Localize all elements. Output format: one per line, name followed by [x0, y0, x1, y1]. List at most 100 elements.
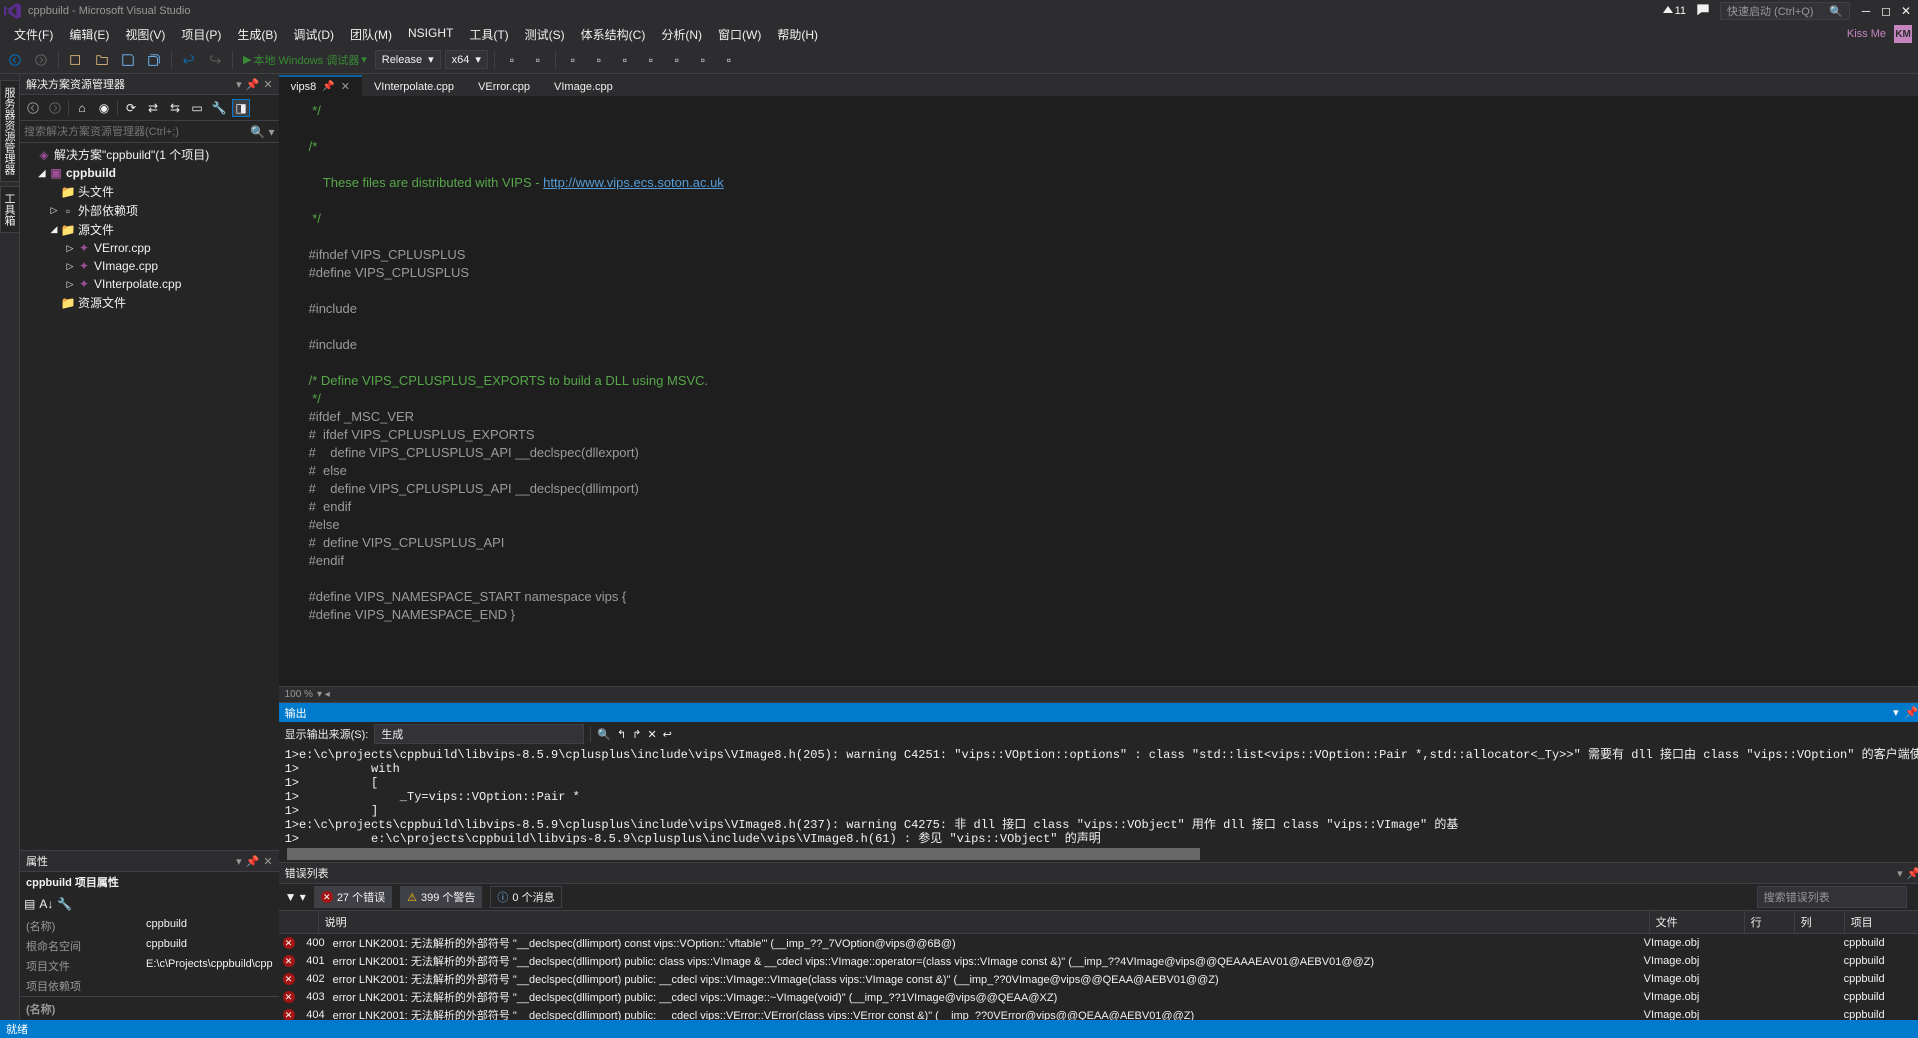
toolbar-btn-5[interactable]: ▫ — [614, 49, 636, 71]
menu-item[interactable]: 分析(N) — [653, 23, 710, 46]
filter-icon[interactable]: ▼ ▾ — [285, 890, 306, 904]
toolbar-btn-4[interactable]: ▫ — [588, 49, 610, 71]
toolbox-tab[interactable]: 工具箱 — [0, 186, 19, 233]
document-tab[interactable]: VImage.cpp — [542, 78, 625, 96]
menu-item[interactable]: 帮助(H) — [769, 23, 826, 46]
pin-icon[interactable]: 📌 — [322, 81, 334, 92]
close-icon[interactable]: ✕ — [341, 80, 350, 93]
error-row[interactable]: ✕401error LNK2001: 无法解析的外部符号 "__declspec… — [279, 952, 1918, 970]
menu-item[interactable]: 项目(P) — [173, 23, 229, 46]
sol-collapse-icon[interactable]: ⇄ — [144, 99, 162, 117]
menu-item[interactable]: 窗口(W) — [710, 23, 769, 46]
redo-button[interactable] — [204, 49, 226, 71]
sol-fwd-icon[interactable] — [46, 99, 64, 117]
folder-headers[interactable]: 📁头文件 — [20, 182, 279, 201]
property-row[interactable]: 项目文件E:\c\Projects\cppbuild\cpp — [20, 956, 279, 976]
toolbar-btn-7[interactable]: ▫ — [666, 49, 688, 71]
undo-button[interactable] — [178, 49, 200, 71]
output-text[interactable]: 1>e:\c\projects\cppbuild\libvips-8.5.9\c… — [279, 746, 1918, 846]
panel-dropdown-icon[interactable]: ▾ — [236, 855, 242, 868]
menu-item[interactable]: 体系结构(C) — [573, 23, 654, 46]
property-row[interactable]: 根命名空间cppbuild — [20, 936, 279, 956]
close-button[interactable]: ✕ — [1900, 4, 1912, 18]
error-row[interactable]: ✕402error LNK2001: 无法解析的外部符号 "__declspec… — [279, 970, 1918, 988]
sol-refresh-icon[interactable]: ⟳ — [122, 99, 140, 117]
notification-count[interactable]: 11 — [1663, 5, 1686, 17]
maximize-button[interactable]: ◻ — [1880, 4, 1892, 18]
toolbar-btn-3[interactable]: ▫ — [562, 49, 584, 71]
config-combo[interactable]: Release ▾ — [375, 50, 441, 69]
user-badge[interactable]: KM — [1894, 25, 1912, 43]
toolbar-btn-6[interactable]: ▫ — [640, 49, 662, 71]
document-tab[interactable]: VInterpolate.cpp — [362, 78, 466, 96]
platform-combo[interactable]: x64 ▾ — [445, 50, 488, 69]
document-tab[interactable]: VError.cpp — [466, 78, 542, 96]
document-tab[interactable]: vips8📌✕ — [279, 75, 362, 96]
nav-fwd-button[interactable] — [30, 49, 52, 71]
menu-item[interactable]: NSIGHT — [400, 23, 461, 46]
toolbar-btn-2[interactable]: ▫ — [527, 49, 549, 71]
folder-external-deps[interactable]: ▷▫外部依赖项 — [20, 201, 279, 220]
sol-scope-icon[interactable]: ◉ — [95, 99, 113, 117]
source-file-node[interactable]: ▷✦VInterpolate.cpp — [20, 275, 279, 293]
output-goto-icon[interactable]: 🔍 — [597, 728, 611, 741]
sol-preview-icon[interactable]: ◨ — [232, 99, 250, 117]
output-next-icon[interactable]: ↱ — [632, 728, 641, 741]
solution-search-input[interactable] — [24, 126, 250, 138]
panel-dropdown-icon[interactable]: ▾ — [1893, 706, 1899, 719]
warnings-chip[interactable]: ⚠399 个警告 — [400, 886, 482, 908]
nav-back-button[interactable] — [4, 49, 26, 71]
error-row[interactable]: ✕403error LNK2001: 无法解析的外部符号 "__declspec… — [279, 988, 1918, 1006]
panel-close-icon[interactable]: ✕ — [263, 78, 272, 91]
server-explorer-tab[interactable]: 服务器资源管理器 — [0, 80, 19, 182]
property-row[interactable]: 项目依赖项 — [20, 976, 279, 996]
start-debug-button[interactable]: ▶ 本地 Windows 调试器 ▾ — [239, 50, 371, 70]
toolbar-btn-9[interactable]: ▫ — [718, 49, 740, 71]
property-row[interactable]: (名称)cppbuild — [20, 916, 279, 936]
output-clear-icon[interactable]: ✕ — [647, 728, 656, 741]
messages-chip[interactable]: ⓘ0 个消息 — [490, 886, 561, 908]
output-source-combo[interactable]: 生成 — [374, 724, 584, 744]
panel-dropdown-icon[interactable]: ▾ — [1897, 867, 1903, 880]
panel-pin-icon[interactable]: 📌 — [1907, 867, 1918, 880]
errors-chip[interactable]: ✕27 个错误 — [314, 886, 392, 908]
save-all-button[interactable] — [143, 49, 165, 71]
sol-properties-icon[interactable]: 🔧 — [210, 99, 228, 117]
menu-item[interactable]: 编辑(E) — [61, 23, 117, 46]
solution-search[interactable]: 🔍 ▾ — [20, 121, 279, 143]
output-wrap-icon[interactable]: ↩ — [663, 728, 672, 741]
panel-pin-icon[interactable]: 📌 — [246, 855, 260, 868]
output-hscrollbar[interactable] — [279, 846, 1918, 862]
sol-home-icon[interactable]: ⌂ — [73, 99, 91, 117]
menu-item[interactable]: 视图(V) — [117, 23, 173, 46]
error-row[interactable]: ✕404error LNK2001: 无法解析的外部符号 "__declspec… — [279, 1006, 1918, 1020]
menu-item[interactable]: 团队(M) — [342, 23, 400, 46]
sol-sync-icon[interactable]: ⇆ — [166, 99, 184, 117]
sol-showall-icon[interactable]: ▭ — [188, 99, 206, 117]
source-file-node[interactable]: ▷✦VImage.cpp — [20, 257, 279, 275]
solution-node[interactable]: ◈解决方案"cppbuild"(1 个项目) — [20, 145, 279, 164]
props-categorize-icon[interactable]: ▤ — [24, 897, 35, 911]
project-node[interactable]: ◢▣cppbuild — [20, 164, 279, 182]
source-file-node[interactable]: ▷✦VError.cpp — [20, 239, 279, 257]
props-alpha-icon[interactable]: A↓ — [39, 897, 53, 911]
minimize-button[interactable]: ─ — [1860, 4, 1872, 18]
panel-close-icon[interactable]: ✕ — [263, 855, 272, 868]
toolbar-btn-8[interactable]: ▫ — [692, 49, 714, 71]
sol-back-icon[interactable] — [24, 99, 42, 117]
panel-pin-icon[interactable]: 📌 — [1905, 706, 1918, 719]
props-wrench-icon[interactable]: 🔧 — [57, 897, 72, 911]
error-search-input[interactable]: 搜索错误列表 — [1757, 886, 1907, 908]
feedback-icon[interactable] — [1696, 3, 1710, 20]
user-name[interactable]: Kiss Me — [1847, 28, 1886, 40]
open-button[interactable] — [91, 49, 113, 71]
menu-item[interactable]: 文件(F) — [6, 23, 61, 46]
new-project-button[interactable] — [65, 49, 87, 71]
output-prev-icon[interactable]: ↰ — [617, 728, 626, 741]
code-editor[interactable]: */ /* These files are distributed with V… — [279, 96, 1918, 686]
panel-pin-icon[interactable]: 📌 — [246, 78, 260, 91]
folder-resources[interactable]: 📁资源文件 — [20, 293, 279, 312]
save-button[interactable] — [117, 49, 139, 71]
panel-dropdown-icon[interactable]: ▾ — [236, 78, 242, 91]
folder-sources[interactable]: ◢📁源文件 — [20, 220, 279, 239]
